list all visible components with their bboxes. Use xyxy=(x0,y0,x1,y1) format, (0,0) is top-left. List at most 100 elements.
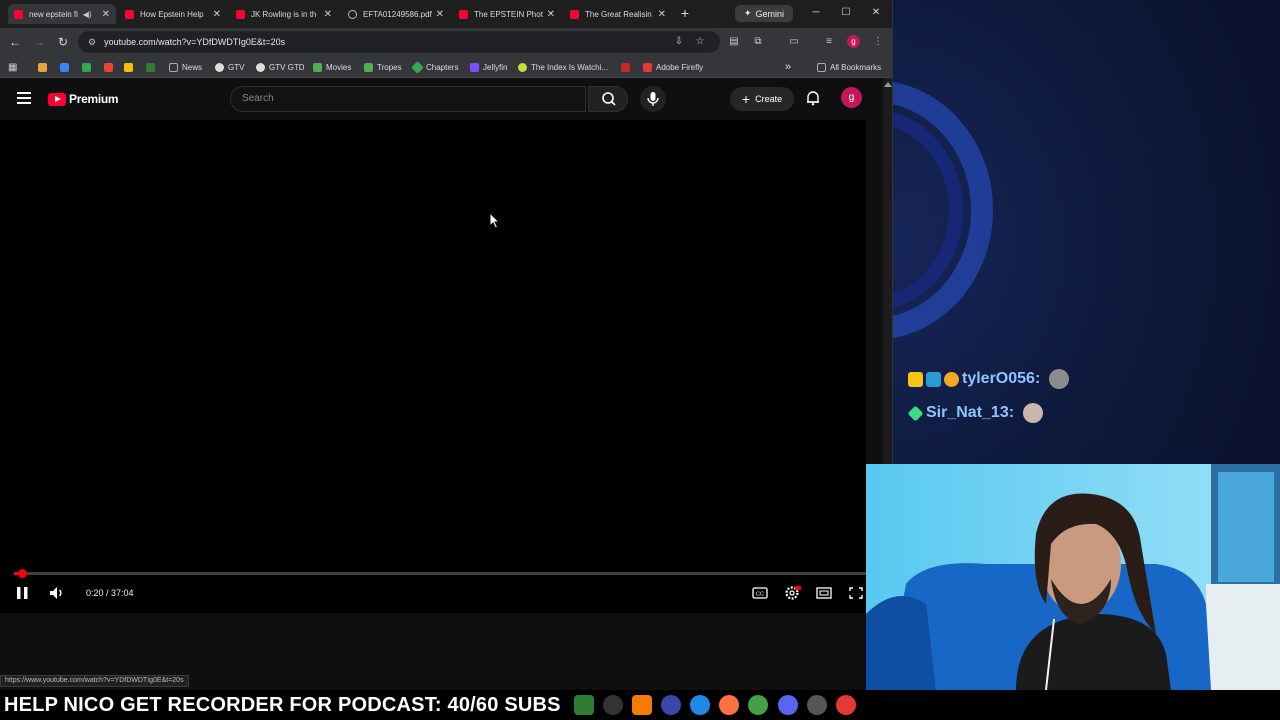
notifications-button[interactable] xyxy=(804,89,822,107)
all-bookmarks[interactable]: All Bookmarks xyxy=(817,60,881,74)
speaker-icon[interactable]: ◀) xyxy=(83,10,92,19)
tab-strip: new epstein fi ◀) ✕ How Epstein Help ✕ J… xyxy=(0,0,892,28)
bookmark-icon-a[interactable] xyxy=(38,60,47,74)
tray-4k-icon[interactable] xyxy=(603,695,623,715)
bookmark-news[interactable]: News xyxy=(169,60,202,74)
close-icon[interactable]: ✕ xyxy=(324,9,332,20)
youtube-icon xyxy=(236,9,245,19)
chat-username: Sir_Nat_13: xyxy=(926,404,1015,421)
hamburger-menu-icon[interactable] xyxy=(17,92,31,104)
tab-efta-pdf[interactable]: EFTA01249586.pdf ✕ xyxy=(342,4,450,24)
progress-bar[interactable] xyxy=(14,569,866,578)
back-button[interactable]: ← xyxy=(7,34,23,50)
close-icon[interactable]: ✕ xyxy=(102,9,110,20)
time-display: 0:20 / 37:04 xyxy=(86,588,134,598)
window-close-button[interactable]: ✕ xyxy=(866,4,886,22)
tray-chrome-icon[interactable] xyxy=(748,695,768,715)
tab-jk-rowling[interactable]: JK Rowling is in th ✕ xyxy=(230,4,338,24)
tab-great-realisin[interactable]: The Great Realisin ✕ xyxy=(564,4,672,24)
tray-firefox-icon[interactable] xyxy=(719,695,739,715)
tab-new-epstein[interactable]: new epstein fi ◀) ✕ xyxy=(8,4,116,24)
bookmark-star-icon[interactable]: ☆ xyxy=(693,34,707,50)
phone-icon[interactable] xyxy=(146,60,155,74)
bookmark-chapters[interactable]: Chapters xyxy=(411,60,458,74)
screen: new epstein fi ◀) ✕ How Epstein Help ✕ J… xyxy=(0,0,1280,720)
plus-icon: + xyxy=(741,91,751,107)
voice-search-button[interactable] xyxy=(640,86,666,112)
clipboard-icon[interactable]: ▤ xyxy=(727,34,741,50)
speaker-icon xyxy=(50,587,62,599)
search-button[interactable] xyxy=(588,86,628,112)
media-queue-icon[interactable]: ≡ xyxy=(822,34,836,50)
drive-icon[interactable] xyxy=(82,60,91,74)
profile-avatar[interactable]: g xyxy=(847,35,860,48)
search-input[interactable]: Search xyxy=(230,86,586,112)
folder-icon xyxy=(817,62,826,72)
tab-title: The EPSTEIN Phot xyxy=(474,9,543,19)
site-info-icon[interactable]: ⚙ xyxy=(88,37,96,48)
fullscreen-button[interactable] xyxy=(846,584,866,602)
extensions-icon[interactable]: ⧉ xyxy=(751,34,765,50)
bookmark-label: Tropes xyxy=(377,62,402,72)
address-bar[interactable]: ⚙ youtube.com/watch?v=YDfDWDTIg0E&t=20s xyxy=(78,31,720,53)
youtube-icon xyxy=(459,9,468,19)
tray-app-icon[interactable] xyxy=(661,695,681,715)
captions-button[interactable]: CC xyxy=(750,584,770,602)
install-icon[interactable]: ⇩ xyxy=(672,34,686,50)
pause-button[interactable] xyxy=(13,584,33,602)
tray-excel-icon[interactable] xyxy=(574,695,594,715)
tray-discord-icon[interactable] xyxy=(778,695,798,715)
crown-badge-icon xyxy=(908,371,923,387)
tray-vlc-icon[interactable] xyxy=(632,695,652,715)
apps-grid-icon[interactable]: ▦ xyxy=(8,60,17,74)
bookmark-tropes[interactable]: Tropes xyxy=(364,60,402,74)
folder-icon xyxy=(169,62,178,72)
bookmark-icon-c[interactable] xyxy=(124,60,133,74)
bookmark-movies[interactable]: Movies xyxy=(313,60,351,74)
bookmark-label: News xyxy=(182,62,203,72)
more-bookmarks-icon[interactable]: » xyxy=(785,60,791,74)
minimize-button[interactable]: ─ xyxy=(806,4,826,22)
gemini-button[interactable]: ✦ Gemini xyxy=(735,5,793,22)
maximize-button[interactable]: ☐ xyxy=(836,4,856,22)
close-icon[interactable]: ✕ xyxy=(547,9,555,20)
subscriber-badge-icon xyxy=(926,371,941,387)
bookmark-icon-b[interactable] xyxy=(60,60,69,74)
forward-button[interactable]: → xyxy=(31,34,47,50)
bookmark-adobe-firefly[interactable]: Adobe Firefly xyxy=(643,60,703,74)
scroll-up-arrow-icon[interactable] xyxy=(884,82,892,87)
progress-scrubber[interactable] xyxy=(17,569,27,578)
tab-epstein-phot[interactable]: The EPSTEIN Phot ✕ xyxy=(453,4,561,24)
new-tab-button[interactable]: + xyxy=(678,5,692,21)
theater-icon xyxy=(816,587,832,599)
bookmark-jellyfin[interactable]: Jellyfin xyxy=(470,60,507,74)
tray-obs-icon[interactable] xyxy=(807,695,827,715)
video-player[interactable]: 0:20 / 37:04 CC xyxy=(0,120,866,613)
bookmark-index[interactable]: The Index Is Watchi... xyxy=(518,60,608,74)
bookmark-rd-icon[interactable] xyxy=(621,60,630,74)
close-icon[interactable]: ✕ xyxy=(213,9,221,20)
gemini-label: Gemini xyxy=(755,8,785,19)
tab-title: The Great Realisin xyxy=(585,9,652,19)
search-icon xyxy=(602,92,616,106)
split-view-icon[interactable]: ▭ xyxy=(787,34,801,50)
bookmark-gtv[interactable]: GTV xyxy=(215,60,244,74)
bookmark-gtv-gtd[interactable]: GTV GTD xyxy=(256,60,305,74)
gmail-icon[interactable] xyxy=(104,60,113,74)
reload-button[interactable]: ↻ xyxy=(55,34,71,50)
account-avatar[interactable]: g xyxy=(841,87,862,108)
close-icon[interactable]: ✕ xyxy=(436,9,444,20)
settings-button[interactable] xyxy=(782,584,802,602)
tray-record-icon[interactable] xyxy=(836,695,856,715)
close-icon[interactable]: ✕ xyxy=(658,9,666,20)
create-button[interactable]: + Create xyxy=(730,87,794,111)
menu-kebab-icon[interactable]: ⋮ xyxy=(871,34,885,50)
theater-mode-button[interactable] xyxy=(814,584,834,602)
youtube-header: Premium Search + Create g xyxy=(0,78,883,120)
leaf-icon xyxy=(518,62,527,72)
emote-icon xyxy=(1049,369,1070,389)
youtube-logo[interactable]: Premium xyxy=(48,92,119,106)
tray-edge-icon[interactable] xyxy=(690,695,710,715)
tab-how-epstein[interactable]: How Epstein Help ✕ xyxy=(119,4,227,24)
volume-button[interactable] xyxy=(47,584,67,602)
